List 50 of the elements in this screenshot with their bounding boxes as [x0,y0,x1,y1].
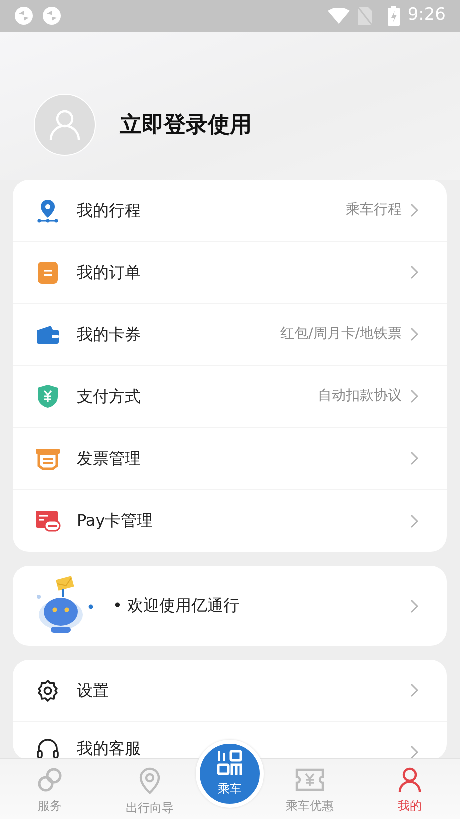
menu-item[interactable]: 发票管理 [13,428,447,490]
wifi-icon [328,8,350,24]
chevron-right-icon [410,745,419,758]
menu-label: 设置 [77,680,109,702]
menu-label: 我的客服 [77,738,141,758]
menu-item[interactable]: 设置 [13,660,447,722]
menu-label: 我的行程 [77,200,141,222]
headset-icon [36,738,60,758]
menu-label: 发票管理 [77,448,141,470]
chevron-right-icon [410,683,419,698]
menu-label: 我的卡券 [77,324,141,346]
menu-item[interactable]: 我的行程 乘车行程 [13,180,447,242]
qr-code-icon [217,750,243,776]
chevron-right-icon [410,598,419,614]
message-card[interactable]: • 欢迎使用亿通行 [13,566,447,646]
ticket-icon [295,767,325,793]
chevron-right-icon [410,327,419,342]
card-icon [35,510,61,532]
chevron-right-icon [410,451,419,466]
wallet-icon [36,324,60,344]
login-link[interactable]: 立即登录使用 [120,108,252,142]
menu-label: 我的订单 [77,262,141,284]
menu-label: 支付方式 [77,386,141,408]
sync-icon [42,6,62,26]
link-icon [37,767,63,793]
menu-hint: 自动扣款协议 [318,387,402,406]
menu-item[interactable]: 我的订单 [13,242,447,304]
location-pin-icon [37,198,59,222]
chevron-right-icon [410,389,419,404]
person-icon [398,767,422,793]
battery-charging-icon [388,6,400,26]
location-pin-icon [139,767,161,795]
menu-label: Pay卡管理 [77,510,154,532]
no-sim-icon [358,7,372,25]
menu-hint: 红包/周月卡/地铁票 [280,325,402,344]
chevron-right-icon [410,265,419,280]
settings-icon [36,678,60,702]
status-time: 9:26 [408,4,446,28]
menu-item[interactable]: 支付方式 自动扣款协议 [13,366,447,428]
receipt-icon [35,448,61,470]
menu-item[interactable]: 我的卡券 红包/周月卡/地铁票 [13,304,447,366]
chevron-right-icon [410,203,419,218]
shield-yuan-icon [37,384,59,409]
menu-hint: 乘车行程 [346,201,402,220]
sync-icon [14,6,34,26]
tab-item[interactable]: 我的 [360,759,460,819]
clipboard-icon [37,260,59,284]
chevron-right-icon [410,514,419,528]
message-text: • 欢迎使用亿通行 [113,595,240,617]
menu-item[interactable]: Pay卡管理 [13,490,447,552]
